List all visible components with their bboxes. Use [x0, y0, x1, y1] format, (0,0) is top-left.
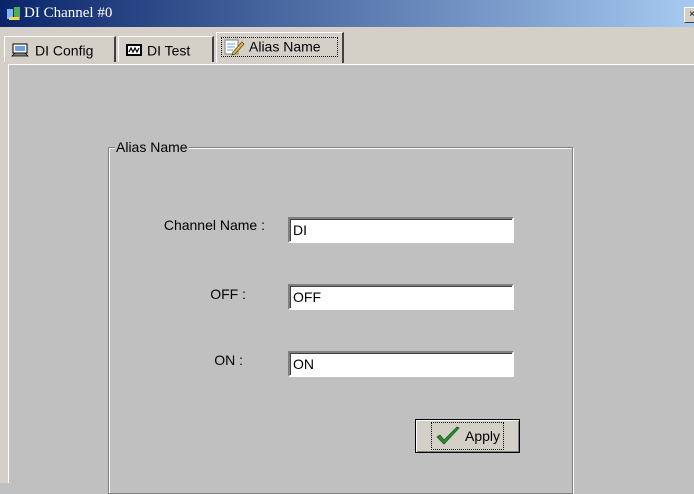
title-bar[interactable]: DI Channel #0 × — [0, 0, 694, 27]
close-button[interactable]: × — [684, 7, 694, 23]
alias-group-title: Alias Name — [115, 139, 189, 155]
channel-name-label: Channel Name : — [163, 217, 265, 233]
channel-name-input[interactable]: DI — [288, 217, 514, 243]
off-alias-input[interactable]: OFF — [288, 284, 514, 310]
tab-di-test-label: DI Test — [147, 42, 191, 59]
app-window: DI Channel #0 × DI Config DI Test Alias … — [0, 0, 694, 494]
apply-button-label: Apply — [464, 428, 501, 444]
checkmark-icon — [436, 426, 460, 445]
apply-button[interactable]: Apply — [415, 419, 520, 453]
app-icon — [7, 7, 20, 20]
tab-di-config[interactable]: DI Config — [4, 36, 116, 62]
chip-icon — [126, 44, 142, 57]
window-title: DI Channel #0 — [24, 5, 113, 21]
monitor-config-icon — [11, 43, 29, 57]
tab-di-test[interactable]: DI Test — [118, 36, 214, 62]
on-alias-input[interactable]: ON — [288, 351, 514, 377]
tab-alias-name[interactable]: Alias Name — [216, 32, 344, 63]
tab-bar: DI Config DI Test Alias Name — [0, 28, 694, 64]
close-icon: × — [689, 9, 694, 20]
off-label: OFF : — [210, 286, 246, 302]
alias-name-page: Alias Name Channel Name : DI OFF : OFF O… — [8, 64, 694, 494]
tab-di-config-label: DI Config — [35, 42, 94, 59]
on-label: ON : — [214, 352, 243, 368]
tab-focus-rect — [219, 35, 340, 59]
